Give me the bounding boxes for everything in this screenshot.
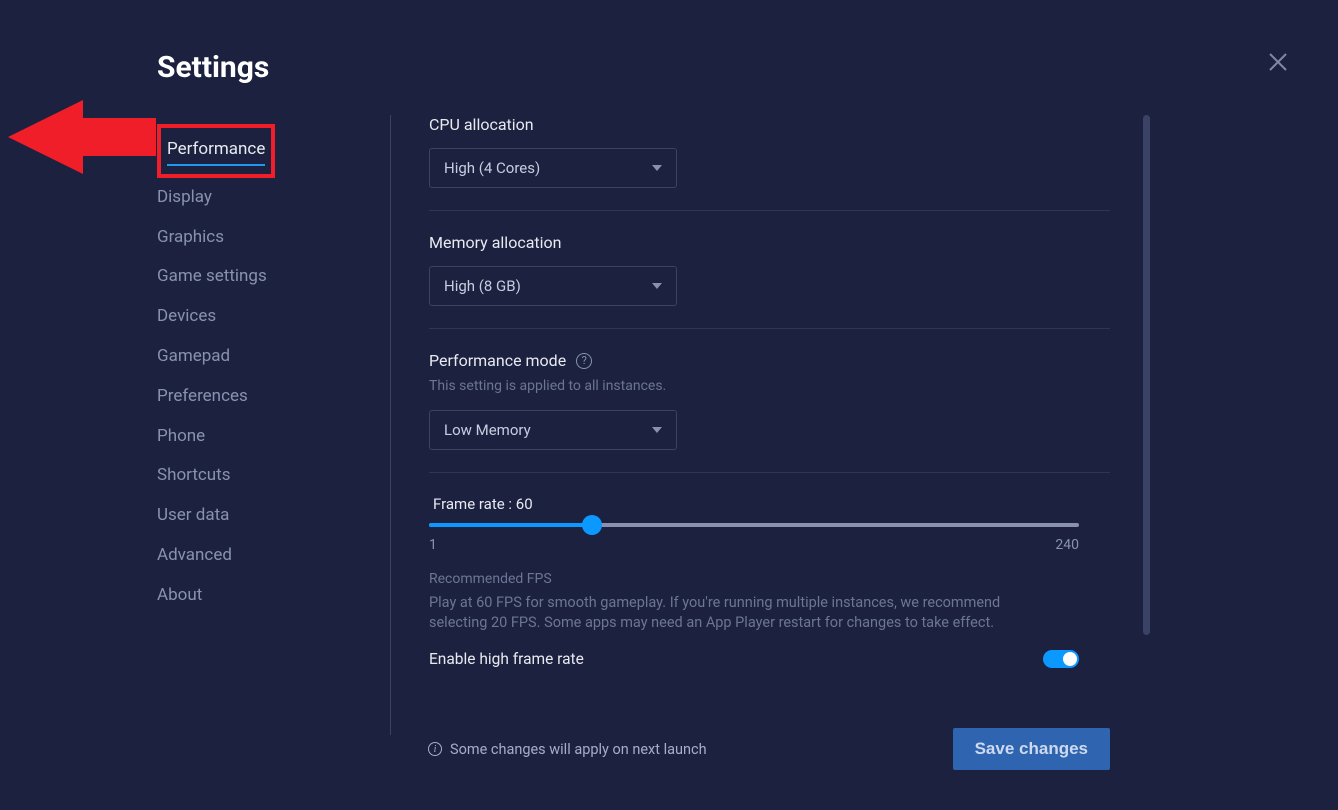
perfmode-dropdown[interactable]: Low Memory [429,410,677,450]
framerate-section: Frame rate : 60 1 240 Recommended FPS Pl… [429,495,1110,690]
sidebar-item-about[interactable]: About [157,576,357,616]
sidebar-item-gamepad[interactable]: Gamepad [157,337,357,377]
sidebar-item-graphics[interactable]: Graphics [157,218,357,258]
sidebar-item-phone[interactable]: Phone [157,417,357,457]
content-pane: CPU allocation High (4 Cores) Memory all… [390,115,1110,735]
slider-min: 1 [429,537,437,553]
caret-down-icon [652,427,662,433]
sidebar-item-performance[interactable]: Performance [167,130,265,166]
recommended-fps-text: Play at 60 FPS for smooth gameplay. If y… [429,593,1049,634]
sidebar-item-shortcuts[interactable]: Shortcuts [157,456,357,496]
slider-max: 240 [1055,537,1079,553]
high-fps-toggle[interactable] [1043,650,1079,668]
scrollbar[interactable] [1143,115,1150,635]
slider-thumb[interactable] [582,515,602,535]
recommended-fps-label: Recommended FPS [429,571,1110,587]
footer: i Some changes will apply on next launch… [390,728,1110,770]
perfmode-section: Performance mode ? This setting is appli… [429,351,1110,473]
memory-section: Memory allocation High (8 GB) [429,233,1110,329]
slider-fill [429,523,592,527]
sidebar-item-game-settings[interactable]: Game settings [157,257,357,297]
memory-label: Memory allocation [429,233,1110,252]
memory-dropdown-value: High (8 GB) [444,277,521,295]
slider-range: 1 240 [429,537,1079,553]
sidebar: Performance Display Graphics Game settin… [157,124,357,616]
sidebar-item-preferences[interactable]: Preferences [157,377,357,417]
perfmode-subtext: This setting is applied to all instances… [429,378,1110,394]
cpu-dropdown[interactable]: High (4 Cores) [429,148,677,188]
info-icon: i [428,742,442,756]
sidebar-item-advanced[interactable]: Advanced [157,536,357,576]
perfmode-label: Performance mode ? [429,351,1110,370]
cpu-section: CPU allocation High (4 Cores) [429,115,1110,211]
high-fps-label: Enable high frame rate [429,650,584,668]
memory-dropdown[interactable]: High (8 GB) [429,266,677,306]
sidebar-item-performance-highlight: Performance [157,124,275,178]
high-fps-row: Enable high frame rate [429,650,1079,668]
framerate-slider[interactable] [429,523,1079,527]
launch-notice: i Some changes will apply on next launch [428,741,707,758]
annotation-arrow [8,92,156,182]
help-icon[interactable]: ? [576,353,592,369]
sidebar-item-user-data[interactable]: User data [157,496,357,536]
toggle-knob [1063,652,1077,666]
save-button[interactable]: Save changes [953,728,1110,770]
perfmode-dropdown-value: Low Memory [444,421,531,439]
page-title: Settings [157,50,269,85]
close-button[interactable] [1266,50,1290,74]
caret-down-icon [652,283,662,289]
cpu-label: CPU allocation [429,115,1110,134]
framerate-label: Frame rate : 60 [433,495,1110,513]
cpu-dropdown-value: High (4 Cores) [444,159,540,177]
sidebar-item-devices[interactable]: Devices [157,297,357,337]
caret-down-icon [652,165,662,171]
sidebar-item-display[interactable]: Display [157,178,357,218]
